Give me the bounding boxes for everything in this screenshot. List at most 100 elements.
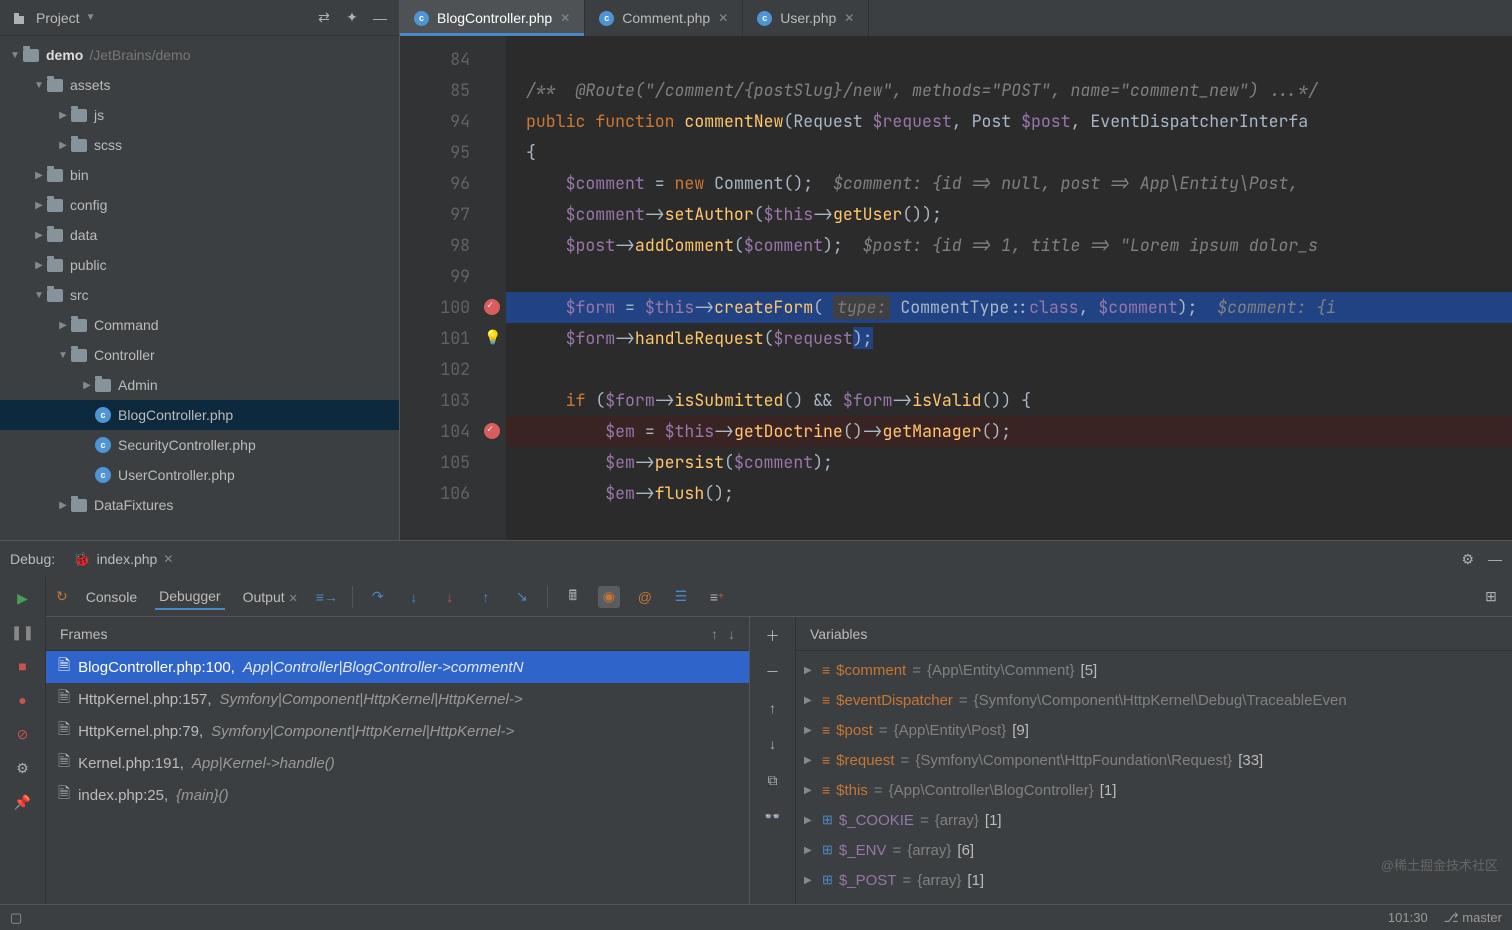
twistie-icon[interactable]: ▶ — [804, 815, 816, 826]
force-step-into-button[interactable]: ↓ — [439, 586, 461, 608]
minimize-icon[interactable]: — — [1488, 551, 1502, 567]
at-icon[interactable]: @ — [634, 586, 656, 608]
variable-row[interactable]: ▶⊞$_COOKIE = {array} [1] — [796, 805, 1512, 835]
close-icon[interactable]: ✕ — [718, 11, 728, 25]
debugger-tab[interactable]: Debugger — [155, 584, 225, 610]
console-tab[interactable]: Console — [82, 585, 141, 609]
breakpoints-button[interactable]: ● — [12, 689, 34, 711]
add-watch-icon[interactable]: ＋ — [762, 625, 784, 647]
glasses-icon[interactable]: 👓 — [762, 805, 784, 827]
twistie-icon[interactable]: ▶ — [80, 380, 94, 391]
stop-button[interactable]: ■ — [12, 655, 34, 677]
editor-tab[interactable]: cComment.php✕ — [585, 0, 743, 36]
twistie-icon[interactable]: ▼ — [32, 290, 46, 301]
tree-item[interactable]: ▶scss — [0, 130, 399, 160]
variable-row[interactable]: ▶≡$comment = {App\Entity\Comment} [5] — [796, 655, 1512, 685]
step-into-button[interactable]: ↓ — [403, 586, 425, 608]
prev-frame-icon[interactable]: ↑ — [711, 626, 718, 642]
tree-item[interactable]: ▶DataFixtures — [0, 490, 399, 520]
close-icon[interactable]: ✕ — [289, 593, 298, 605]
tree-item[interactable]: ▶js — [0, 100, 399, 130]
php-icon[interactable]: ◉ — [598, 586, 620, 608]
step-over-button[interactable]: ↷ — [367, 586, 389, 608]
layout-button[interactable]: ⊞ — [1480, 586, 1502, 608]
tree-item[interactable]: ▶config — [0, 190, 399, 220]
output-tab[interactable]: Output✕ — [239, 585, 302, 609]
breakpoint-icon[interactable] — [484, 423, 500, 439]
show-execution-point-button[interactable]: ≡→ — [316, 586, 338, 608]
tree-item[interactable]: ▶bin — [0, 160, 399, 190]
twistie-icon[interactable]: ▼ — [8, 50, 22, 61]
rerun-button[interactable]: ↻ — [56, 588, 68, 605]
stack-frame[interactable]: 🗎index.php:25, {main}() — [46, 779, 749, 811]
twistie-icon[interactable]: ▶ — [804, 785, 816, 796]
tree-item[interactable]: ▶data — [0, 220, 399, 250]
tree-item[interactable]: ▼src — [0, 280, 399, 310]
add-watch-button[interactable]: ≡+ — [706, 586, 728, 608]
twistie-icon[interactable]: ▶ — [32, 230, 46, 241]
twistie-icon[interactable]: ▶ — [804, 845, 816, 856]
code-editor[interactable]: 8485949596979899100101102103104105106 💡 … — [400, 36, 1512, 540]
mute-breakpoints-button[interactable]: ⊘ — [12, 723, 34, 745]
up-icon[interactable]: ↑ — [762, 697, 784, 719]
tree-item[interactable]: ▶Admin — [0, 370, 399, 400]
git-branch[interactable]: ⎇ master — [1444, 910, 1502, 926]
variable-row[interactable]: ▶≡$eventDispatcher = {Symfony\Component\… — [796, 685, 1512, 715]
tree-item[interactable]: cUserController.php — [0, 460, 399, 490]
remove-watch-icon[interactable]: － — [762, 661, 784, 683]
stack-frame[interactable]: 🗎HttpKernel.php:79, Symfony|Component|Ht… — [46, 715, 749, 747]
twistie-icon[interactable]: ▶ — [804, 665, 816, 676]
editor-tab[interactable]: cUser.php✕ — [743, 0, 869, 36]
list-icon[interactable]: ☰ — [670, 586, 692, 608]
tree-item[interactable]: ▼demo/JetBrains/demo — [0, 40, 399, 70]
close-icon[interactable]: ✕ — [560, 11, 570, 25]
close-icon[interactable]: ✕ — [163, 552, 173, 566]
tree-item[interactable]: ▶Command — [0, 310, 399, 340]
twistie-icon[interactable]: ▶ — [804, 755, 816, 766]
project-tree[interactable]: ▼demo/JetBrains/demo▼assets▶js▶scss▶bin▶… — [0, 36, 399, 540]
twistie-icon[interactable]: ▼ — [32, 80, 46, 91]
twistie-icon[interactable]: ▶ — [56, 140, 70, 151]
debug-settings-icon[interactable]: ⚙ — [1461, 551, 1474, 568]
twistie-icon[interactable]: ▶ — [804, 725, 816, 736]
debug-session-tab[interactable]: 🐞 index.php ✕ — [69, 541, 177, 577]
breakpoint-icon[interactable] — [484, 299, 500, 315]
twistie-icon[interactable]: ▶ — [32, 200, 46, 211]
tree-item[interactable]: ▼assets — [0, 70, 399, 100]
tool-windows-icon[interactable]: ▢ — [10, 910, 22, 926]
close-icon[interactable]: ✕ — [844, 11, 854, 25]
step-out-button[interactable]: ↑ — [475, 586, 497, 608]
variable-row[interactable]: ▶≡$post = {App\Entity\Post} [9] — [796, 715, 1512, 745]
twistie-icon[interactable]: ▶ — [804, 695, 816, 706]
minimize-icon[interactable]: — — [369, 7, 391, 29]
resume-button[interactable]: ▶ — [12, 587, 34, 609]
twistie-icon[interactable]: ▼ — [56, 350, 70, 361]
twistie-icon[interactable]: ▶ — [56, 110, 70, 121]
code-content[interactable]: /** @Route("/comment/{postSlug}/new", me… — [506, 36, 1512, 540]
copy-icon[interactable]: ⧉ — [762, 769, 784, 791]
twistie-icon[interactable]: ▶ — [56, 320, 70, 331]
variable-row[interactable]: ▶≡$this = {App\Controller\BlogController… — [796, 775, 1512, 805]
evaluate-expression-button[interactable]: 🖩 — [562, 586, 584, 608]
twistie-icon[interactable]: ▶ — [32, 260, 46, 271]
pin-button[interactable]: 📌 — [12, 791, 34, 813]
next-frame-icon[interactable]: ↓ — [728, 626, 735, 642]
editor-tab[interactable]: cBlogController.php✕ — [400, 0, 585, 36]
tree-item[interactable]: cSecurityController.php — [0, 430, 399, 460]
twistie-icon[interactable]: ▶ — [32, 170, 46, 181]
twistie-icon[interactable]: ▶ — [804, 875, 816, 886]
gutter-icons[interactable]: 💡 — [480, 36, 506, 540]
stack-frame[interactable]: 🗎Kernel.php:191, App|Kernel->handle() — [46, 747, 749, 779]
tree-item[interactable]: cBlogController.php — [0, 400, 399, 430]
stack-frame[interactable]: 🗎BlogController.php:100, App|Controller|… — [46, 651, 749, 683]
pause-button[interactable]: ❚❚ — [12, 621, 34, 643]
run-to-cursor-button[interactable]: ↘ — [511, 586, 533, 608]
down-icon[interactable]: ↓ — [762, 733, 784, 755]
locate-icon[interactable]: ⇄ — [313, 7, 335, 29]
panel-settings-icon[interactable]: ✦ — [341, 7, 363, 29]
variable-row[interactable]: ▶≡$request = {Symfony\Component\HttpFoun… — [796, 745, 1512, 775]
tree-item[interactable]: ▼Controller — [0, 340, 399, 370]
frames-list[interactable]: 🗎BlogController.php:100, App|Controller|… — [46, 651, 749, 904]
chevron-down-icon[interactable]: ▼ — [86, 12, 96, 23]
settings-button[interactable]: ⚙ — [12, 757, 34, 779]
